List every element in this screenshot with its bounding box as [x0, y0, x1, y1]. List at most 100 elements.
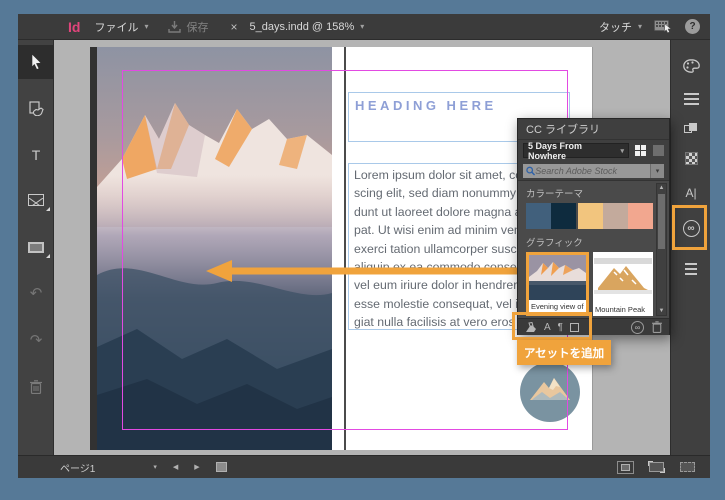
effects-panel-button[interactable]	[671, 149, 711, 167]
save-label: 保存	[186, 21, 209, 34]
chevron-down-icon: ▾	[655, 167, 660, 175]
panel-scrollbar[interactable]: ▲ ▼	[656, 183, 667, 316]
undo-icon: ↶	[29, 285, 43, 302]
bleed-icon	[680, 462, 695, 472]
page-view-icon[interactable]	[215, 462, 227, 472]
cursor-arrow-icon	[31, 54, 42, 70]
sync-cc-icon[interactable]: ∞	[631, 320, 644, 334]
library-select[interactable]: 5 Days From Nowhere ▾	[523, 140, 629, 161]
add-asset-highlight-box	[512, 312, 592, 340]
more-panels-button[interactable]	[671, 259, 711, 277]
color-panel-button[interactable]	[671, 57, 711, 75]
scrollbar-thumb[interactable]	[658, 194, 665, 249]
color-swatch[interactable]	[578, 203, 603, 229]
scroll-down-icon[interactable]: ▼	[657, 308, 666, 314]
text-styles-icon: A|	[685, 186, 697, 200]
checkerboard-icon	[684, 151, 698, 165]
panel-controls: 5 Days From Nowhere ▾	[518, 140, 669, 161]
frame-x-icon	[28, 194, 44, 206]
search-scope-dropdown[interactable]: ▾	[650, 163, 664, 178]
pages-icon	[684, 122, 698, 134]
list-view-button[interactable]	[653, 145, 664, 156]
file-menu[interactable]: ファイル	[94, 19, 138, 35]
swatches-panel-button[interactable]	[671, 89, 711, 107]
asset-thumbnail	[593, 252, 653, 303]
save-button[interactable]: 保存	[168, 19, 208, 35]
flyout-indicator	[46, 207, 50, 211]
library-name: 5 Days From Nowhere	[528, 140, 583, 161]
text-styles-panel-button[interactable]: A|	[671, 184, 711, 202]
color-theme-label: カラーテーマ	[526, 189, 584, 200]
cc-highlight-box	[672, 205, 707, 250]
color-swatch[interactable]	[603, 203, 628, 229]
hamburger-icon	[683, 92, 699, 95]
rectangle-icon	[28, 241, 44, 253]
document-tab[interactable]: 5_days.indd @ 158%	[249, 21, 354, 33]
right-dock: A| ∞	[670, 40, 710, 455]
preview-icon	[648, 461, 665, 473]
previous-page-icon[interactable]: ◀	[173, 463, 178, 471]
search-icon	[526, 166, 536, 175]
drag-arrow	[206, 260, 526, 282]
palette-icon	[682, 59, 700, 73]
asset-evening-view[interactable]: Evening view of m...	[526, 252, 589, 316]
hamburger-icon	[685, 262, 697, 265]
graphics-assets: Evening view of m... Mountain Peak	[526, 252, 653, 316]
add-asset-tooltip: アセットを追加	[517, 340, 611, 365]
bleed-view-button[interactable]	[679, 461, 696, 474]
selection-tool[interactable]	[18, 45, 54, 79]
color-swatch[interactable]	[628, 203, 653, 229]
normal-view-button[interactable]	[617, 460, 634, 474]
hand-grab-icon	[28, 100, 44, 116]
frame-tool[interactable]	[18, 185, 54, 215]
page-indicator[interactable]: ページ1	[60, 460, 95, 475]
flyout-indicator	[46, 254, 50, 258]
tab-chevron-down-icon[interactable]: ▾	[360, 22, 364, 31]
delete-button[interactable]	[18, 372, 54, 402]
help-button[interactable]: ?	[685, 19, 700, 34]
asset-mountain-peak[interactable]: Mountain Peak	[593, 252, 653, 316]
chevron-down-icon: ▾	[620, 147, 624, 155]
cc-libraries-panel: CC ライブラリ 5 Days From Nowhere ▾ ▾ カラーテーマ	[517, 118, 670, 335]
trash-icon[interactable]	[652, 321, 662, 333]
search-input[interactable]	[535, 165, 647, 176]
topbar-right-cluster: タッチ ▾ ?	[599, 19, 700, 35]
workspace-chevron-down-icon[interactable]: ▾	[638, 22, 642, 31]
asset-thumbnail	[529, 255, 586, 300]
preview-view-button[interactable]	[648, 461, 665, 474]
color-swatch[interactable]	[551, 203, 576, 229]
panel-header[interactable]: CC ライブラリ	[518, 119, 669, 140]
scroll-up-icon[interactable]: ▲	[657, 185, 666, 191]
page-edge-shadow	[90, 47, 97, 450]
trash-icon	[30, 380, 42, 394]
chevron-down-icon[interactable]: ▾	[144, 22, 148, 31]
panel-content: カラーテーマ グラフィック Evening view of Mountain P…	[518, 181, 669, 318]
margin-guides	[122, 70, 568, 430]
panel-title: CC ライブラリ	[526, 124, 600, 136]
type-tool[interactable]: T	[18, 140, 54, 170]
color-theme-swatches[interactable]	[526, 203, 653, 229]
view-mode-group	[603, 460, 696, 474]
rectangle-tool[interactable]	[18, 232, 54, 262]
redo-button[interactable]: ↷	[18, 325, 54, 355]
color-swatch[interactable]	[526, 203, 551, 229]
grid-view-button[interactable]	[635, 144, 647, 157]
shortcuts-icon[interactable]	[654, 20, 673, 34]
search-box[interactable]	[523, 163, 650, 178]
page-tool[interactable]	[18, 93, 54, 123]
graphics-label: グラフィック	[526, 238, 583, 249]
touch-workspace-label[interactable]: タッチ	[599, 19, 632, 35]
page-dropdown-icon[interactable]: ▾	[153, 463, 157, 471]
close-tab-icon[interactable]: ×	[230, 20, 237, 34]
asset-label: Mountain Peak	[593, 303, 653, 316]
type-tool-icon: T	[31, 147, 41, 163]
next-page-icon[interactable]: ▶	[194, 463, 199, 471]
pages-panel-button[interactable]	[671, 119, 711, 137]
app-window: Id ファイル ▾ 保存 × 5_days.indd @ 158% ▾ タッチ …	[18, 14, 710, 478]
redo-icon: ↷	[29, 332, 43, 349]
tools-panel: T ↶ ↷	[18, 40, 54, 455]
indesign-logo: Id	[68, 18, 81, 35]
top-bar: Id ファイル ▾ 保存 × 5_days.indd @ 158% ▾ タッチ …	[18, 14, 710, 40]
undo-button[interactable]: ↶	[18, 278, 54, 308]
save-download-icon	[168, 20, 182, 33]
